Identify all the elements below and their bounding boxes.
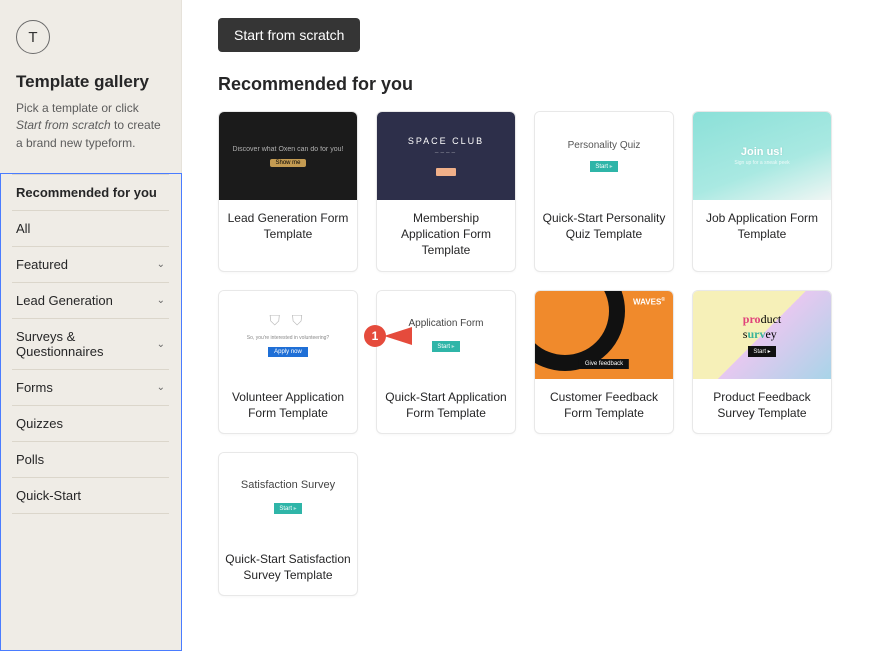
template-card-title: Quick-Start Satisfaction Survey Template [219, 541, 357, 595]
sidebar-item-label: Forms [16, 380, 53, 395]
sidebar-item-forms[interactable]: Forms ⌄ [12, 370, 169, 406]
template-thumbnail: WAVES®Give feedback [535, 291, 673, 379]
template-card[interactable]: Application FormStart ▸Quick-Start Appli… [376, 290, 516, 434]
sidebar-item-quizzes[interactable]: Quizzes [12, 406, 169, 442]
template-thumbnail: SPACE CLUB──── [377, 112, 515, 200]
template-card-title: Product Feedback Survey Template [693, 379, 831, 433]
template-card[interactable]: SPACE CLUB────Membership Application For… [376, 111, 516, 272]
template-card[interactable]: Satisfaction SurveyStart ▸Quick-Start Sa… [218, 452, 358, 596]
sidebar: T Template gallery Pick a template or cl… [0, 0, 182, 651]
template-card[interactable]: productsurveyStart ▸Product Feedback Sur… [692, 290, 832, 434]
sidebar-item-featured[interactable]: Featured ⌄ [12, 247, 169, 283]
template-card-title: Customer Feedback Form Template [535, 379, 673, 433]
template-thumbnail: Personality QuizStart ▸ [535, 112, 673, 200]
template-card[interactable]: Personality QuizStart ▸Quick-Start Perso… [534, 111, 674, 272]
template-card-title: Quick-Start Personality Quiz Template [535, 200, 673, 254]
sidebar-item-quick-start[interactable]: Quick-Start [12, 478, 169, 514]
template-card[interactable]: Discover what Oxen can do for you!Show m… [218, 111, 358, 272]
sidebar-item-label: Featured [16, 257, 68, 272]
template-card-title: Quick-Start Application Form Template [377, 379, 515, 433]
template-thumbnail: Discover what Oxen can do for you!Show m… [219, 112, 357, 200]
template-thumbnail: productsurveyStart ▸ [693, 291, 831, 379]
category-list: Recommended for youAllFeatured⌄Lead Gene… [12, 174, 169, 514]
sidebar-item-label: Polls [16, 452, 44, 467]
template-thumbnail: ⛉ ⛉So, you're interested in volunteering… [219, 291, 357, 379]
template-card[interactable]: Join us!Sign up for a sneak peekJob Appl… [692, 111, 832, 272]
template-thumbnail: Satisfaction SurveyStart ▸ [219, 453, 357, 541]
main-content: Start from scratch Recommended for you D… [182, 0, 880, 651]
chevron-down-icon: ⌄ [157, 259, 165, 270]
chevron-down-icon: ⌄ [157, 339, 165, 350]
template-thumbnail: Join us!Sign up for a sneak peek [693, 112, 831, 200]
sidebar-description: Pick a template or click Start from scra… [12, 100, 169, 168]
template-card-title: Lead Generation Form Template [219, 200, 357, 254]
template-card-title: Volunteer Application Form Template [219, 379, 357, 433]
start-from-scratch-button[interactable]: Start from scratch [218, 18, 360, 52]
avatar[interactable]: T [16, 20, 50, 54]
sidebar-title: Template gallery [12, 72, 169, 92]
section-heading: Recommended for you [218, 74, 868, 95]
chevron-down-icon: ⌄ [157, 382, 165, 393]
chevron-down-icon: ⌄ [157, 295, 165, 306]
sidebar-item-label: Quizzes [16, 416, 63, 431]
sidebar-item-label: Lead Generation [16, 293, 113, 308]
template-card[interactable]: WAVES®Give feedbackCustomer Feedback For… [534, 290, 674, 434]
sidebar-item-surveys-questionnaires[interactable]: Surveys & Questionnaires⌄ [12, 319, 169, 370]
sidebar-item-polls[interactable]: Polls [12, 442, 169, 478]
sidebar-item-label: Surveys & Questionnaires [16, 329, 157, 359]
template-card[interactable]: ⛉ ⛉So, you're interested in volunteering… [218, 290, 358, 434]
template-card-title: Membership Application Form Template [377, 200, 515, 271]
template-card-title: Job Application Form Template [693, 200, 831, 254]
template-thumbnail: Application FormStart ▸ [377, 291, 515, 379]
template-grid: Discover what Oxen can do for you!Show m… [218, 111, 868, 596]
sidebar-item-label: Recommended for you [16, 185, 157, 200]
sidebar-item-label: Quick-Start [16, 488, 81, 503]
sidebar-item-label: All [16, 221, 30, 236]
sidebar-item-all[interactable]: All [12, 211, 169, 247]
sidebar-item-recommended-for-you[interactable]: Recommended for you [12, 174, 169, 211]
sidebar-item-lead-generation[interactable]: Lead Generation ⌄ [12, 283, 169, 319]
